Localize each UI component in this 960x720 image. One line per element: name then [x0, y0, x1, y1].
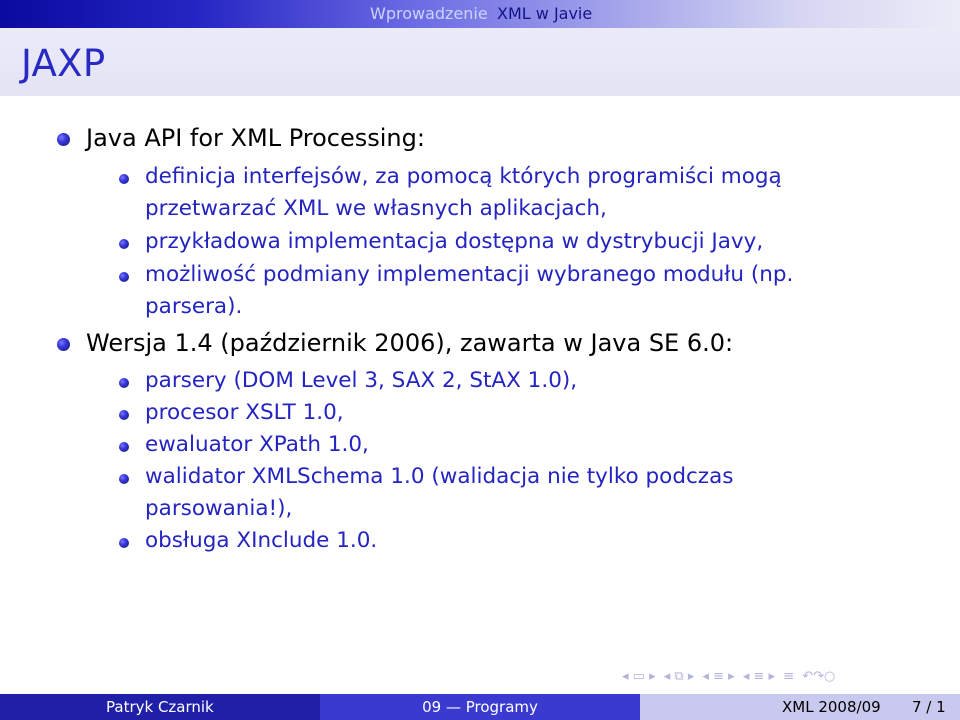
nav-section-icon[interactable]: ◂ ≡ ▸	[743, 669, 775, 684]
sub-list-item: definicja interfejsów, za pomocą których…	[145, 164, 782, 189]
section-navigation-bar: Wprowadzenie XML w Javie	[0, 0, 960, 28]
footer-lecture: 09 — Programy	[422, 698, 538, 716]
list-item: Java API for XML Processing:	[86, 124, 425, 152]
sub-bullet-icon	[119, 239, 129, 249]
sub-bullet-icon	[119, 538, 129, 548]
sub-bullet-icon	[119, 378, 129, 388]
footer-lecture-box: 09 — Programy	[320, 694, 640, 720]
beamer-navigation-symbols: ◂ ▭ ▸ ◂ ⧉ ▸ ◂ ≡ ▸ ◂ ≡ ▸ ≡ ↶↷○	[622, 669, 839, 689]
bullet-icon	[57, 338, 70, 351]
sub-list-item: procesor XSLT 1.0,	[145, 400, 344, 425]
nav-search-icon[interactable]: ↶↷○	[802, 669, 835, 684]
nav-frame-icon[interactable]: ◂ ⧉ ▸	[664, 669, 695, 684]
sub-list-item: parsery (DOM Level 3, SAX 2, StAX 1.0),	[145, 368, 578, 393]
frame-title-bar: JAXP	[0, 28, 960, 96]
sub-list-item-continued: przetwarzać XML we własnych aplikacjach,	[145, 196, 607, 221]
list-item: Wersja 1.4 (październik 2006), zawarta w…	[86, 329, 734, 357]
footer-bar: Patryk Czarnik 09 — Programy XML 2008/09…	[0, 694, 960, 720]
sub-list-item: walidator XMLSchema 1.0 (walidacja nie t…	[145, 464, 734, 489]
footer-course: XML 2008/09	[782, 698, 881, 716]
sub-bullet-icon	[119, 272, 129, 282]
sub-list-item: możliwość podmiany implementacji wybrane…	[145, 262, 794, 287]
sub-bullet-icon	[119, 410, 129, 420]
sub-list-item-continued: parsowania!),	[145, 496, 293, 521]
sub-list-item: obsługa XInclude 1.0.	[145, 528, 378, 553]
nav-tab-wprowadzenie[interactable]: Wprowadzenie	[370, 0, 488, 28]
sub-bullet-icon	[119, 174, 129, 184]
nav-subsection-icon[interactable]: ◂ ≡ ▸	[703, 669, 735, 684]
sub-list-item: przykładowa implementacja dostępna w dys…	[145, 229, 764, 254]
nav-tab-xml-w-javie[interactable]: XML w Javie	[497, 0, 592, 28]
footer-page-number: 7 / 1	[912, 698, 946, 716]
bullet-icon	[57, 133, 70, 146]
nav-align-icon[interactable]: ≡	[783, 669, 794, 684]
footer-course-box: XML 2008/09 7 / 1	[640, 694, 960, 720]
footer-author-box: Patryk Czarnik	[0, 694, 320, 720]
sub-list-item-continued: parsera).	[145, 294, 243, 319]
sub-bullet-icon	[119, 474, 129, 484]
sub-bullet-icon	[119, 442, 129, 452]
nav-first-icon[interactable]: ◂ ▭ ▸	[622, 669, 656, 684]
frame-title: JAXP	[21, 42, 106, 85]
footer-author: Patryk Czarnik	[106, 698, 214, 716]
sub-list-item: ewaluator XPath 1.0,	[145, 432, 369, 457]
